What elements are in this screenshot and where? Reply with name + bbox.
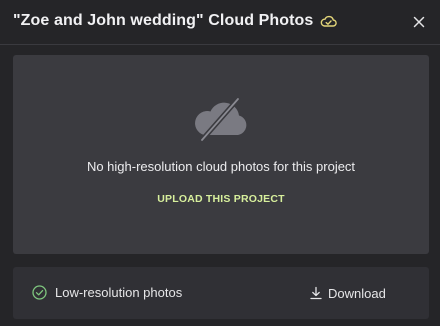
dialog-title: "Zoe and John wedding" Cloud Photos: [13, 12, 314, 29]
download-label: Download: [328, 285, 386, 301]
download-icon: [309, 286, 323, 300]
title-wrap: "Zoe and John wedding" Cloud Photos: [13, 12, 338, 30]
cloud-off-icon: [190, 96, 252, 143]
close-button[interactable]: [408, 11, 430, 33]
close-icon: [413, 16, 425, 28]
dialog-header: "Zoe and John wedding" Cloud Photos: [0, 0, 440, 45]
check-circle-icon: [32, 285, 47, 300]
cloud-photos-panel: No high-resolution cloud photos for this…: [13, 55, 429, 254]
upload-project-button[interactable]: UPLOAD THIS PROJECT: [13, 193, 429, 205]
empty-state-message: No high-resolution cloud photos for this…: [86, 159, 356, 174]
low-resolution-label: Low-resolution photos: [55, 285, 183, 300]
download-button[interactable]: Download: [309, 281, 386, 305]
low-resolution-row: Low-resolution photos Download: [13, 267, 429, 319]
cloud-sync-icon: [320, 14, 338, 28]
